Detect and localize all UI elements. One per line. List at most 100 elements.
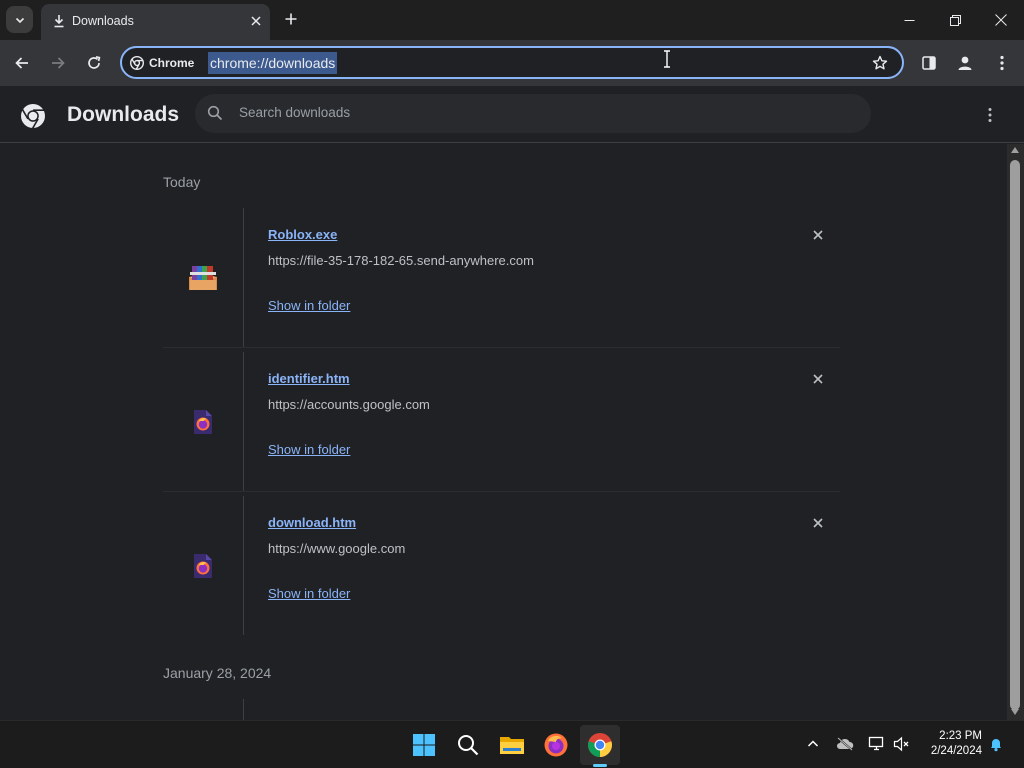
close-window-button[interactable] — [978, 0, 1024, 40]
arrow-right-icon — [52, 57, 65, 69]
scroll-thumb[interactable] — [1010, 160, 1020, 710]
chrome-icon — [588, 733, 612, 757]
file-source-url[interactable]: https://file-35-178-182-65.send-anywhere… — [268, 253, 534, 268]
show-in-folder-link[interactable]: Show in folder — [268, 298, 350, 313]
side-panel-button[interactable] — [918, 52, 940, 74]
restore-button[interactable] — [932, 0, 978, 40]
reload-icon — [88, 55, 101, 69]
file-icon-column — [163, 496, 244, 635]
speaker-muted-icon — [893, 736, 909, 752]
file-name-link[interactable]: download.htm — [268, 515, 356, 530]
show-hidden-icons-button[interactable] — [803, 734, 823, 754]
taskbar-search-button[interactable] — [448, 725, 488, 765]
remove-download-button[interactable] — [809, 514, 827, 532]
downloads-list: Today Roblox.exe https://file-35-178-182… — [0, 144, 1007, 720]
reload-button[interactable] — [83, 52, 105, 74]
firefox-html-file-icon — [194, 553, 212, 578]
search-icon — [207, 105, 223, 121]
side-panel-icon — [922, 56, 936, 70]
clock-time: 2:23 PM — [939, 730, 982, 742]
chevron-down-icon — [15, 17, 24, 23]
downloads-menu-button[interactable] — [980, 105, 1000, 125]
start-button[interactable] — [404, 725, 444, 765]
bookmark-button[interactable] — [870, 53, 890, 73]
firefox-html-file-icon — [194, 409, 212, 434]
show-in-folder-link[interactable]: Show in folder — [268, 586, 350, 601]
file-explorer-button[interactable] — [492, 725, 532, 765]
scroll-up-arrow-icon[interactable] — [1011, 147, 1019, 153]
page-scrollbar[interactable] — [1007, 144, 1024, 720]
page-title: Downloads — [67, 103, 180, 126]
tab-close-button[interactable] — [248, 13, 264, 29]
system-clock[interactable]: 2:23 PM 2/24/2024 — [918, 729, 982, 759]
show-in-folder-link[interactable]: Show in folder — [268, 442, 350, 457]
network-icon — [868, 736, 884, 751]
firefox-icon — [544, 733, 568, 757]
tab-strip: Downloads — [0, 0, 1024, 40]
search-icon — [458, 735, 479, 756]
chrome-taskbar-button[interactable] — [580, 725, 620, 765]
taskbar: 2:23 PM 2/24/2024 — [0, 720, 1024, 768]
chrome-icon — [130, 56, 144, 70]
clock-date: 2/24/2024 — [930, 745, 982, 757]
download-icon — [54, 15, 64, 28]
file-source-url[interactable]: https://accounts.google.com — [268, 397, 430, 412]
address-bar[interactable]: Chrome chrome://downloads — [120, 46, 904, 79]
star-icon — [872, 55, 888, 70]
next-item-divider — [243, 699, 244, 720]
url-text[interactable]: chrome://downloads — [208, 52, 338, 74]
volume-button[interactable] — [892, 734, 912, 754]
date-group-heading: January 28, 2024 — [163, 665, 272, 681]
close-icon — [813, 230, 823, 240]
folder-icon — [500, 737, 524, 754]
profile-button[interactable] — [954, 52, 976, 74]
firefox-taskbar-button[interactable] — [536, 725, 576, 765]
chrome-logo-icon — [21, 104, 45, 129]
search-placeholder: Search downloads — [239, 105, 351, 120]
more-vert-icon — [1000, 55, 1004, 71]
close-icon — [251, 16, 261, 26]
search-downloads-field[interactable]: Search downloads — [195, 94, 871, 133]
tab-downloads[interactable]: Downloads — [41, 4, 270, 40]
download-item: download.htm https://www.google.com Show… — [163, 496, 840, 635]
chevron-up-icon — [807, 740, 819, 747]
browser-menu-button[interactable] — [991, 52, 1013, 74]
file-icon-column — [163, 352, 244, 491]
scroll-down-arrow-icon[interactable] — [1011, 709, 1019, 715]
remove-download-button[interactable] — [809, 226, 827, 244]
profile-icon — [958, 56, 972, 70]
site-info-label: Chrome — [149, 56, 195, 70]
file-name-link[interactable]: identifier.htm — [268, 371, 350, 386]
plus-icon — [285, 13, 297, 25]
browser-toolbar: Chrome chrome://downloads — [0, 40, 1024, 86]
more-vert-icon — [988, 108, 992, 122]
winrar-archive-icon — [189, 265, 217, 290]
downloads-header: Downloads Search downloads — [0, 86, 1024, 143]
close-icon — [813, 518, 823, 528]
network-button[interactable] — [867, 734, 887, 754]
back-button[interactable] — [11, 52, 33, 74]
remove-download-button[interactable] — [809, 370, 827, 388]
notifications-button[interactable] — [986, 734, 1006, 754]
site-info-chip[interactable]: Chrome — [130, 54, 194, 72]
restore-icon — [949, 14, 961, 26]
date-group-heading: Today — [163, 174, 201, 190]
tab-search-button[interactable] — [6, 6, 33, 33]
download-item: Roblox.exe https://file-35-178-182-65.se… — [163, 208, 840, 347]
file-icon-column — [163, 208, 244, 347]
download-item: identifier.htm https://accounts.google.c… — [163, 352, 840, 491]
file-source-url[interactable]: https://www.google.com — [268, 541, 405, 556]
arrow-left-icon — [15, 57, 28, 69]
new-tab-button[interactable] — [281, 9, 301, 29]
active-app-indicator — [593, 764, 607, 767]
item-divider — [163, 347, 840, 348]
windows-logo-icon — [413, 734, 435, 756]
onedrive-button[interactable] — [835, 734, 855, 754]
minimize-button[interactable] — [886, 0, 932, 40]
file-name-link[interactable]: Roblox.exe — [268, 227, 337, 242]
forward-button[interactable] — [47, 52, 69, 74]
close-icon — [813, 374, 823, 384]
minimize-icon — [904, 19, 914, 21]
tab-title: Downloads — [72, 14, 134, 28]
item-divider — [163, 491, 840, 492]
